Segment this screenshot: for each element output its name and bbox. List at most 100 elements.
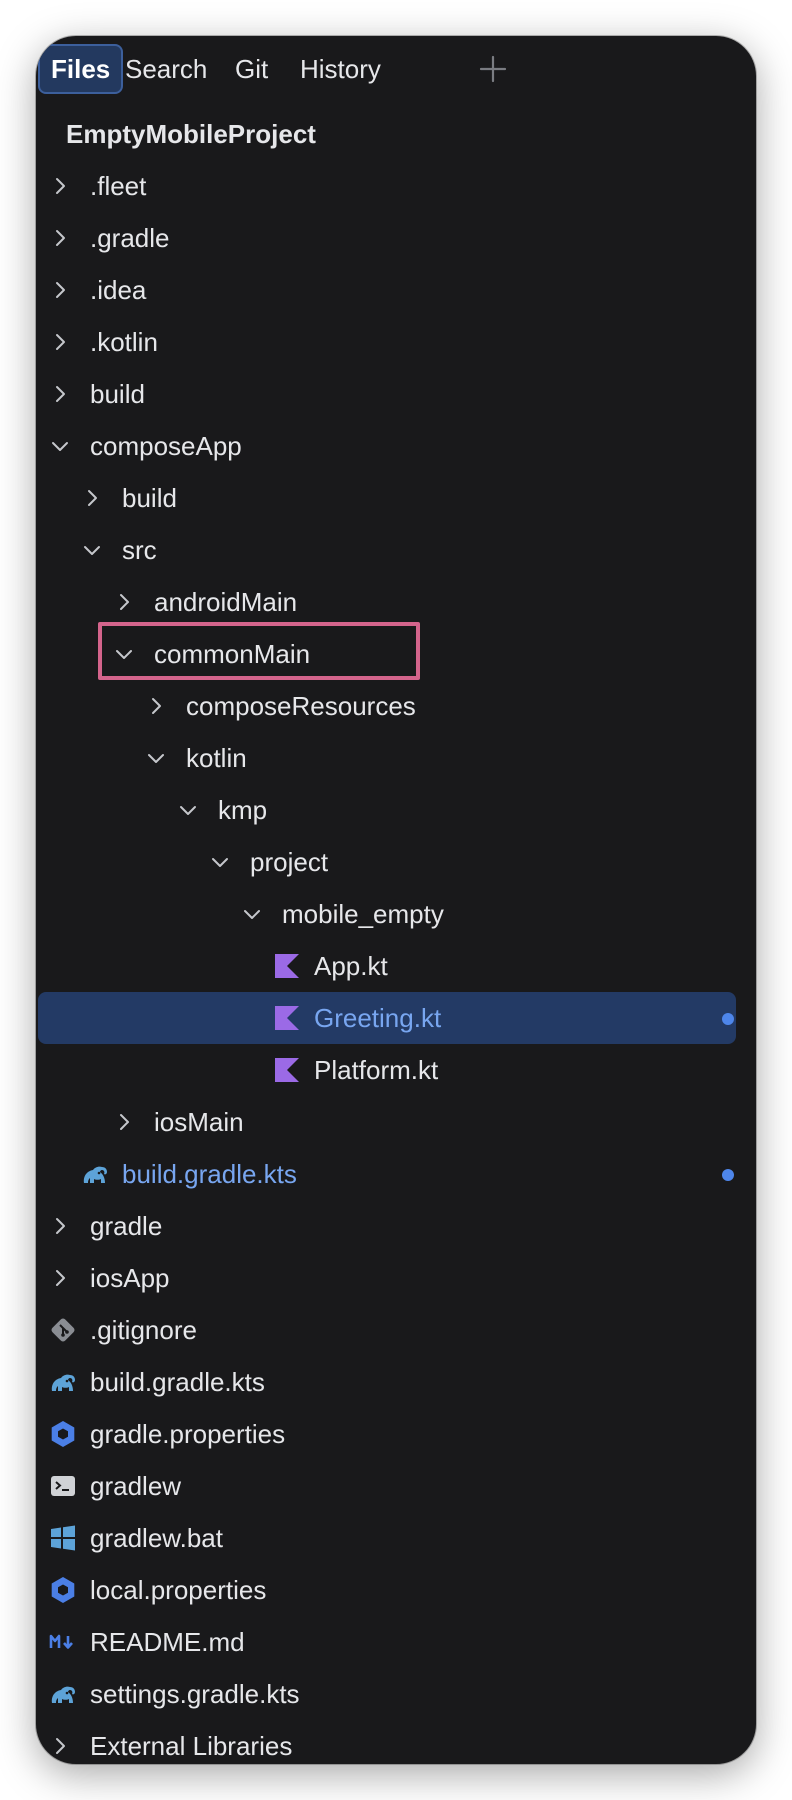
tree-item-label: composeResources [186,691,416,721]
chevron-right-icon[interactable] [112,1110,136,1134]
chevron-down-icon[interactable] [80,538,104,562]
tree-folder-gradle[interactable]: .gradle [36,212,756,264]
chevron-right-icon[interactable] [112,590,136,614]
tree-item-label: gradlew [90,1471,182,1501]
project-name: EmptyMobileProject [66,119,316,149]
tree-item-label: build.gradle.kts [90,1367,265,1397]
plus-icon[interactable] [470,46,516,92]
tree-item-label: gradlew.bat [90,1523,223,1553]
tree-file-build-gradle-kts[interactable]: build.gradle.kts [36,1148,756,1200]
tree-file-gitignore[interactable]: .gitignore [36,1304,756,1356]
gradle-elephant-icon [51,1686,75,1703]
terminal-icon [51,1476,75,1496]
tree-folder-commonmain[interactable]: commonMain [36,628,756,680]
chevron-down-icon[interactable] [112,642,136,666]
chevron-right-icon[interactable] [48,1214,72,1238]
tree-item-label: iosApp [90,1263,170,1293]
tree-item-label: .gradle [90,223,170,253]
tree-item-label: build [90,379,145,409]
tree-folder-kmp[interactable]: kmp [36,784,756,836]
tab-history[interactable]: History [289,44,392,94]
tree-item-label: androidMain [154,587,298,617]
tree-folder-external-libraries[interactable]: External Libraries [36,1720,756,1764]
chevron-right-icon[interactable] [48,174,72,198]
kotlin-icon [275,1006,299,1030]
tree-item-label: .kotlin [90,327,158,357]
tree-folder-kotlin[interactable]: .kotlin [36,316,756,368]
tree-item-label: gradle.properties [90,1419,286,1449]
tree-folder-build[interactable]: build [36,472,756,524]
chevron-right-icon[interactable] [144,694,168,718]
tree-folder-project[interactable]: project [36,836,756,888]
chevron-right-icon[interactable] [80,486,104,510]
modified-indicator [722,1013,734,1025]
properties-hexagon-icon [51,1577,75,1603]
tree-folder-androidmain[interactable]: androidMain [36,576,756,628]
tree-root[interactable]: EmptyMobileProject [36,108,756,160]
tree-item-label: build [122,483,177,513]
tree-folder-idea[interactable]: .idea [36,264,756,316]
tree-folder-iosmain[interactable]: iosMain [36,1096,756,1148]
tree-file-build-gradle-kts[interactable]: build.gradle.kts [36,1356,756,1408]
tree-folder-build[interactable]: build [36,368,756,420]
git-icon [51,1318,75,1342]
tree-item-label: src [122,535,157,565]
tree-item-label: kmp [218,795,268,825]
chevron-right-icon[interactable] [48,226,72,250]
tree-folder-mobile-empty[interactable]: mobile_empty [36,888,756,940]
tab-git[interactable]: Git [224,44,279,94]
chevron-down-icon[interactable] [176,798,200,822]
chevron-down-icon[interactable] [48,434,72,458]
chevron-down-icon[interactable] [240,902,264,926]
tab-files[interactable]: Files [38,44,124,94]
tree-item-label: README.md [90,1627,245,1657]
tree-item-label: External Libraries [90,1731,293,1761]
modified-indicator [722,1169,734,1181]
properties-hexagon-icon [51,1421,75,1447]
markdown-icon [49,1634,73,1649]
tree-item-label: kotlin [186,743,247,773]
chevron-right-icon[interactable] [48,1266,72,1290]
tree-folder-composeapp[interactable]: composeApp [36,420,756,472]
tree-file-settings-gradle-kts[interactable]: settings.gradle.kts [36,1668,756,1720]
tree-folder-src[interactable]: src [36,524,756,576]
tree-folder-gradle[interactable]: gradle [36,1200,756,1252]
kotlin-icon [275,954,299,978]
chevron-right-icon[interactable] [48,382,72,406]
tree-item-label: mobile_empty [282,899,444,929]
tree-folder-composeresources[interactable]: composeResources [36,680,756,732]
tree-file-app-kt[interactable]: App.kt [36,940,756,992]
tree-item-label: App.kt [314,951,388,981]
gradle-elephant-icon [51,1374,75,1391]
tree-file-readme-md[interactable]: README.md [36,1616,756,1668]
tree-item-label: Platform.kt [314,1055,439,1085]
tree-file-platform-kt[interactable]: Platform.kt [36,1044,756,1096]
tree-item-label: gradle [90,1211,163,1241]
tree-file-gradlew[interactable]: gradlew [36,1460,756,1512]
tree-item-label: settings.gradle.kts [90,1679,300,1709]
gradle-elephant-icon [83,1166,107,1183]
chevron-right-icon[interactable] [48,1734,72,1758]
tree-folder-kotlin[interactable]: kotlin [36,732,756,784]
chevron-down-icon[interactable] [144,746,168,770]
tab-search[interactable]: Search [114,44,218,94]
tree-item-label: .fleet [90,171,147,201]
tree-item-label: build.gradle.kts [122,1159,297,1189]
tool-window-tabs: Files Search Git History [36,36,756,108]
fleet-files-panel: Files Search Git History EmptyMobileProj… [36,36,756,1764]
tree-item-label: iosMain [154,1107,244,1137]
tree-folder-iosapp[interactable]: iosApp [36,1252,756,1304]
chevron-right-icon[interactable] [48,330,72,354]
tree-item-label: composeApp [90,431,242,461]
tree-item-label: commonMain [154,639,311,669]
tree-folder-fleet[interactable]: .fleet [36,160,756,212]
tree-file-greeting-kt[interactable]: Greeting.kt [38,992,736,1044]
tree-file-gradle-properties[interactable]: gradle.properties [36,1408,756,1460]
tree-file-gradlew-bat[interactable]: gradlew.bat [36,1512,756,1564]
chevron-down-icon[interactable] [208,850,232,874]
chevron-right-icon[interactable] [48,278,72,302]
tree-item-label: project [250,847,329,877]
tree-file-local-properties[interactable]: local.properties [36,1564,756,1616]
tree-item-label: local.properties [90,1575,267,1605]
windows-icon [51,1525,75,1551]
